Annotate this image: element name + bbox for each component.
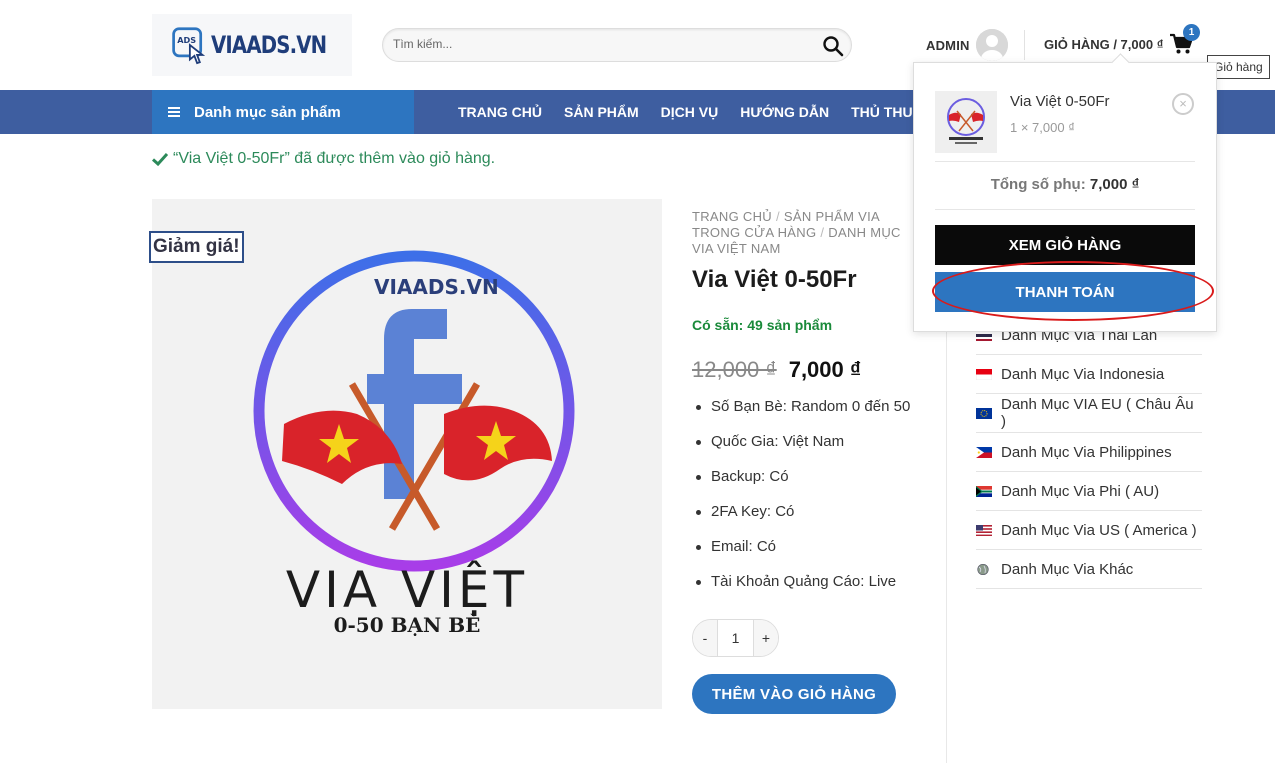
sidebar-category-list: Danh Mục Via Thái Lan Danh Mục Via Indon… — [976, 316, 1202, 589]
product-artwork: VIAADS.VN VIA VIỆT 0-50 BẠN BÈ — [253, 250, 575, 637]
breadcrumb: TRANG CHỦ / SẢN PHẨM VIA TRONG CỬA HÀNG / DA… — [692, 209, 901, 256]
image-logo-text: VIAADS.VN — [374, 275, 499, 299]
search-box — [382, 28, 852, 62]
header-divider — [1024, 30, 1025, 60]
site-logo[interactable]: ADS VIAADS.VN — [152, 14, 352, 76]
subtotal-value: 7,000 ₫ — [1089, 176, 1140, 193]
logo-hand-icon: ADS — [172, 27, 206, 65]
mini-cart-dropdown: Via Việt 0-50Fr 1 × 7,000 ₫ × Tổng số ph… — [913, 62, 1217, 332]
attribute-item: Tài Khoản Quảng Cáo: Live — [692, 573, 910, 608]
account-label: ADMIN — [926, 37, 970, 53]
hamburger-icon — [168, 107, 180, 117]
nav-item-guides[interactable]: HƯỚNG DẪN — [740, 104, 829, 120]
svg-text:ADS: ADS — [177, 35, 196, 45]
image-title-text: VIA VIỆT — [286, 560, 528, 619]
sale-price: 7,000 ₫ — [788, 357, 862, 382]
quantity-stepper: - 1 + — [692, 619, 779, 657]
account-link[interactable]: ADMIN — [926, 29, 1008, 61]
remove-item-icon[interactable]: × — [1172, 93, 1194, 115]
sidebar-item-philippines[interactable]: Danh Mục Via Philippines — [976, 433, 1202, 472]
sidebar-item-eu[interactable]: Danh Mục VIA EU ( Châu Âu ) — [976, 394, 1202, 433]
philippines-flag-icon — [976, 446, 992, 458]
cart-link[interactable]: GIỎ HÀNG / 7,000 ₫ — [1044, 33, 1194, 55]
south-africa-flag-icon — [976, 485, 992, 497]
nav-item-products[interactable]: SẢN PHẨM — [564, 104, 639, 120]
qty-minus-button[interactable]: - — [693, 620, 718, 656]
attribute-item: Số Bạn Bè: Random 0 đến 50 — [692, 398, 910, 433]
mini-cart-subtotal: Tổng số phụ: 7,000 ₫ — [935, 176, 1195, 193]
sidebar-item-other[interactable]: Danh Mục Via Khác — [976, 550, 1202, 589]
avatar — [975, 29, 1008, 61]
nav-items: TRANG CHỦ SẢN PHẨM DỊCH VỤ HƯỚNG DẪN THỦ… — [447, 90, 942, 134]
image-subtitle-text: 0-50 BẠN BÈ — [334, 613, 481, 637]
stock-status: Có sẵn: 49 sản phẩm — [692, 317, 833, 333]
sidebar-item-usa[interactable]: Danh Mục Via US ( America ) — [976, 511, 1202, 550]
logo-text: VIAADS.VN — [211, 31, 327, 59]
qty-plus-button[interactable]: + — [753, 620, 778, 656]
add-to-cart-button[interactable]: THÊM VÀO GIỎ HÀNG — [692, 674, 896, 714]
old-price: 12,000 ₫ — [692, 357, 777, 382]
mini-cart-item-name[interactable]: Via Việt 0-50Fr — [1010, 93, 1110, 110]
product-image[interactable]: VIAADS.VN VIA VIỆT 0-50 BẠN BÈ — [152, 199, 662, 709]
sidebar-item-indonesia[interactable]: Danh Mục Via Indonesia — [976, 355, 1202, 394]
view-cart-button[interactable]: XEM GIỎ HÀNG — [935, 225, 1195, 265]
mini-cart-item-thumbnail[interactable] — [935, 91, 997, 153]
divider — [935, 161, 1195, 162]
sidebar-item-south-africa[interactable]: Danh Mục Via Phi ( AU) — [976, 472, 1202, 511]
added-to-cart-notice: “Via Việt 0-50Fr” đã được thêm vào giỏ h… — [152, 150, 495, 168]
product-title: Via Việt 0-50Fr — [692, 266, 857, 293]
checkmark-icon — [152, 152, 168, 166]
product-thumbnail-image — [935, 91, 997, 153]
attribute-item: Backup: Có — [692, 468, 910, 503]
cart-label: GIỎ HÀNG / 7,000 ₫ — [1044, 36, 1164, 52]
notice-text: “Via Việt 0-50Fr” đã được thêm vào giỏ h… — [173, 150, 496, 167]
subtotal-label: Tổng số phụ: — [990, 176, 1086, 193]
usa-flag-icon — [976, 524, 992, 536]
indonesia-flag-icon — [976, 368, 992, 380]
checkout-button[interactable]: THANH TOÁN — [935, 272, 1195, 312]
nav-item-services[interactable]: DỊCH VỤ — [661, 104, 719, 120]
mini-cart-item-qty: 1 × 7,000 ₫ — [1010, 120, 1075, 135]
eu-flag-icon — [976, 407, 992, 419]
search-input[interactable] — [393, 37, 793, 51]
product-attributes: Số Bạn Bè: Random 0 đến 50 Quốc Gia: Việ… — [692, 398, 910, 608]
breadcrumb-home[interactable]: TRANG CHỦ — [692, 209, 772, 224]
category-menu-label: Danh mục sản phẩm — [194, 103, 341, 121]
divider — [935, 209, 1195, 210]
search-icon[interactable] — [821, 34, 845, 58]
product-price: 12,000 ₫ 7,000 ₫ — [692, 357, 861, 383]
attribute-item: Email: Có — [692, 538, 910, 573]
nav-item-home[interactable]: TRANG CHỦ — [458, 104, 542, 120]
globe-icon — [977, 563, 989, 575]
sale-badge: Giảm giá! — [149, 231, 244, 263]
attribute-item: 2FA Key: Có — [692, 503, 910, 538]
category-menu-button[interactable]: Danh mục sản phẩm — [152, 90, 414, 134]
cart-count-badge: 1 — [1183, 24, 1200, 41]
qty-input[interactable]: 1 — [718, 630, 753, 646]
attribute-item: Quốc Gia: Việt Nam — [692, 433, 910, 468]
user-avatar-icon — [975, 29, 1008, 61]
sidebar-divider — [946, 300, 947, 763]
